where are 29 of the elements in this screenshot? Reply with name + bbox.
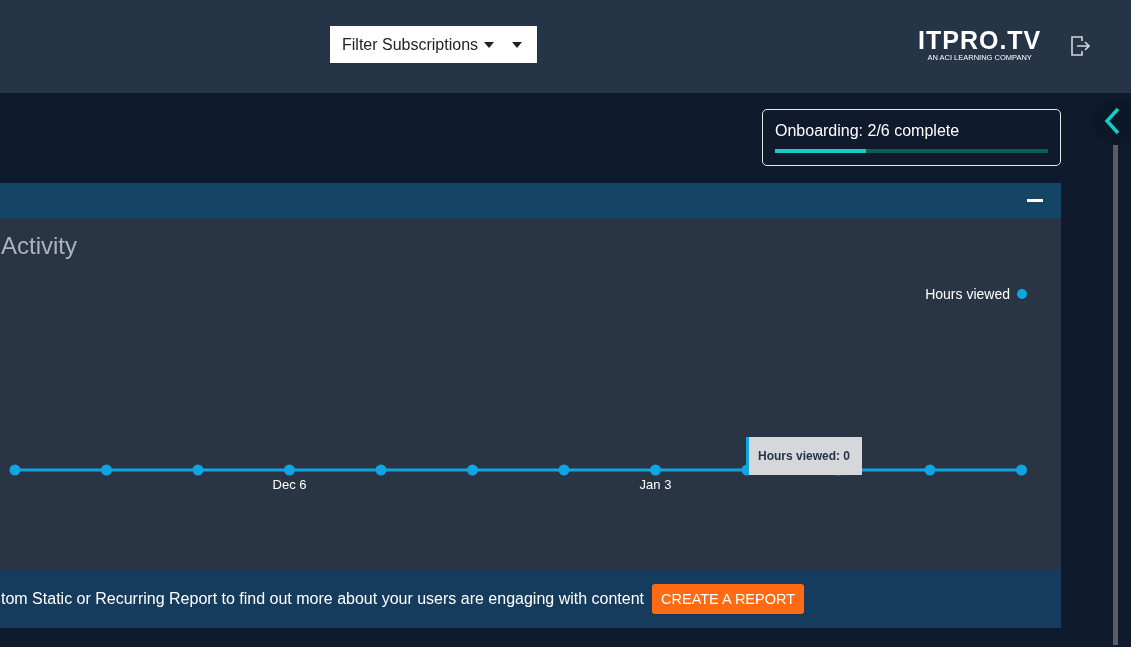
- chevron-left-icon: [1104, 107, 1120, 135]
- logout-button[interactable]: [1068, 33, 1092, 59]
- filter-dropdown[interactable]: Filter Subscriptions: [330, 26, 537, 63]
- data-point[interactable]: [467, 464, 478, 476]
- banner-text: tom Static or Recurring Report to find out more about your users are engaging with content: [1, 590, 644, 608]
- x-axis-label: Jan 3: [639, 477, 672, 492]
- data-point[interactable]: [924, 464, 936, 476]
- panel-title: Activity: [1, 232, 77, 260]
- chart-tooltip: Hours viewed: 0: [746, 437, 863, 475]
- data-point[interactable]: [9, 464, 21, 476]
- data-point[interactable]: [1016, 464, 1027, 476]
- caret-icon: [484, 41, 495, 48]
- data-point[interactable]: [558, 464, 570, 476]
- logout-icon: [1070, 35, 1090, 57]
- data-point[interactable]: [284, 464, 295, 476]
- data-point[interactable]: [101, 464, 112, 476]
- data-point[interactable]: [375, 464, 387, 476]
- onboarding-card[interactable]: Onboarding: 2/6 complete: [762, 109, 1061, 166]
- caret-icon: [512, 41, 523, 48]
- scrollbar[interactable]: [1113, 145, 1118, 645]
- legend-dot: [1017, 289, 1027, 299]
- data-point[interactable]: [192, 464, 204, 476]
- data-point[interactable]: [650, 464, 661, 476]
- x-axis-label: Dec 6: [272, 477, 307, 492]
- sidebar-toggle[interactable]: [1092, 98, 1131, 144]
- legend-label: Hours viewed: [925, 286, 1010, 302]
- logo-text: ITPRO.TV: [918, 27, 1042, 53]
- minus-icon: [1027, 199, 1043, 202]
- onboarding-label: Onboarding: 2/6 complete: [775, 122, 961, 140]
